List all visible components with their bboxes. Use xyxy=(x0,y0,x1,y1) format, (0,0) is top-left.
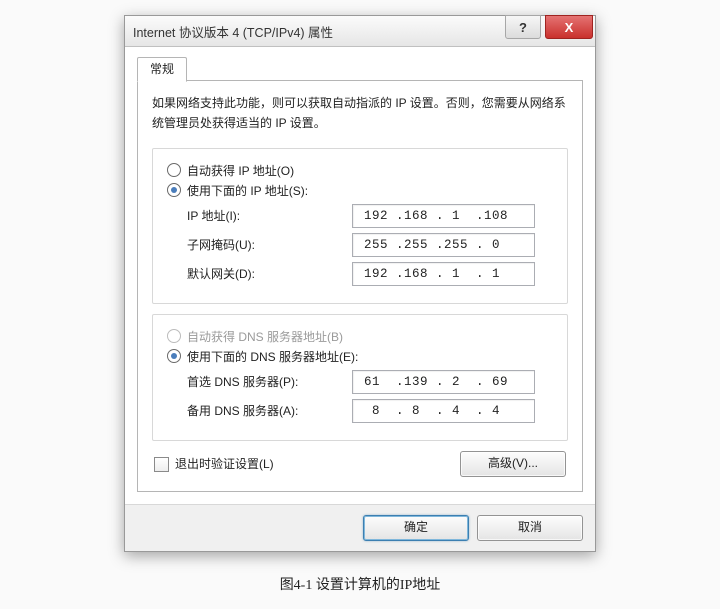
titlebar[interactable]: Internet 协议版本 4 (TCP/IPv4) 属性 ? X xyxy=(125,16,595,47)
radio-manual-ip-label: 使用下面的 IP 地址(S): xyxy=(187,182,308,199)
validate-label: 退出时验证设置(L) xyxy=(175,457,274,471)
ip-label: IP 地址(I): xyxy=(187,207,352,224)
default-gateway-input[interactable]: 192 .168 . 1 . 1 xyxy=(352,262,535,286)
radio-icon xyxy=(167,163,181,177)
validate-checkbox[interactable]: 退出时验证设置(L) xyxy=(154,455,274,472)
alternate-dns-input[interactable]: 8 . 8 . 4 . 4 xyxy=(352,399,535,423)
ok-button[interactable]: 确定 xyxy=(363,515,469,541)
dns-group: 自动获得 DNS 服务器地址(B) 使用下面的 DNS 服务器地址(E): 首选… xyxy=(152,314,568,441)
description-text: 如果网络支持此功能，则可以获取自动指派的 IP 设置。否则，您需要从网络系统管理… xyxy=(152,93,568,134)
radio-icon xyxy=(167,349,181,363)
figure-caption: 图4-1 设置计算机的IP地址 xyxy=(15,574,705,594)
checkbox-icon xyxy=(154,457,169,472)
radio-icon xyxy=(167,329,181,343)
gateway-label: 默认网关(D): xyxy=(187,265,352,282)
ip-address-input[interactable]: 192 .168 . 1 .108 xyxy=(352,204,535,228)
radio-manual-dns[interactable]: 使用下面的 DNS 服务器地址(E): xyxy=(167,348,553,365)
tab-general[interactable]: 常规 xyxy=(137,57,187,82)
radio-auto-ip[interactable]: 自动获得 IP 地址(O) xyxy=(167,162,553,179)
radio-icon xyxy=(167,183,181,197)
radio-auto-ip-label: 自动获得 IP 地址(O) xyxy=(187,162,294,179)
primary-dns-label: 首选 DNS 服务器(P): xyxy=(187,373,352,390)
advanced-button[interactable]: 高级(V)... xyxy=(460,451,566,477)
close-button[interactable]: X xyxy=(545,15,593,39)
radio-manual-ip[interactable]: 使用下面的 IP 地址(S): xyxy=(167,182,553,199)
cancel-button[interactable]: 取消 xyxy=(477,515,583,541)
ipv4-properties-dialog: Internet 协议版本 4 (TCP/IPv4) 属性 ? X 常规 如果网… xyxy=(124,15,596,552)
subnet-mask-input[interactable]: 255 .255 .255 . 0 xyxy=(352,233,535,257)
subnet-label: 子网掩码(U): xyxy=(187,236,352,253)
alternate-dns-label: 备用 DNS 服务器(A): xyxy=(187,402,352,419)
tabstrip: 常规 xyxy=(137,57,583,81)
window-title: Internet 协议版本 4 (TCP/IPv4) 属性 xyxy=(133,22,505,41)
radio-auto-dns: 自动获得 DNS 服务器地址(B) xyxy=(167,328,553,345)
help-button[interactable]: ? xyxy=(505,15,541,39)
ip-group: 自动获得 IP 地址(O) 使用下面的 IP 地址(S): IP 地址(I): … xyxy=(152,148,568,304)
tab-panel-general: 如果网络支持此功能，则可以获取自动指派的 IP 设置。否则，您需要从网络系统管理… xyxy=(137,80,583,492)
radio-manual-dns-label: 使用下面的 DNS 服务器地址(E): xyxy=(187,348,358,365)
primary-dns-input[interactable]: 61 .139 . 2 . 69 xyxy=(352,370,535,394)
radio-auto-dns-label: 自动获得 DNS 服务器地址(B) xyxy=(187,328,343,345)
